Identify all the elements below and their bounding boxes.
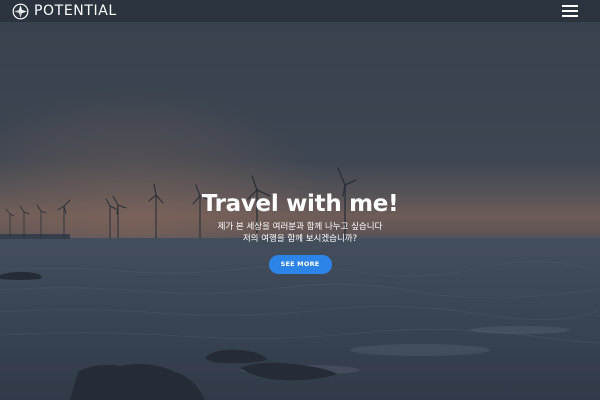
top-navbar: POTENTIAL [0,0,600,22]
brand[interactable]: POTENTIAL [12,2,117,20]
menu-bar-top [562,5,578,7]
see-more-button[interactable]: SEE MORE [268,255,332,274]
compass-icon [12,3,29,19]
menu-bar-bottom [562,15,578,17]
hero-subtitle-line-2: 저의 여행을 함께 보시겠습니까? [242,234,358,244]
hero-subtitle-line-1: 제가 본 세상을 여러분과 함께 나누고 싶습니다 [217,222,383,232]
brand-name: POTENTIAL [34,3,117,19]
menu-bar-middle [562,10,578,12]
hamburger-menu-icon[interactable] [562,4,578,17]
hero-title: Travel with me! [201,191,399,217]
hero-content: Travel with me! 제가 본 세상을 여러분과 함께 나누고 싶습니… [0,187,600,274]
